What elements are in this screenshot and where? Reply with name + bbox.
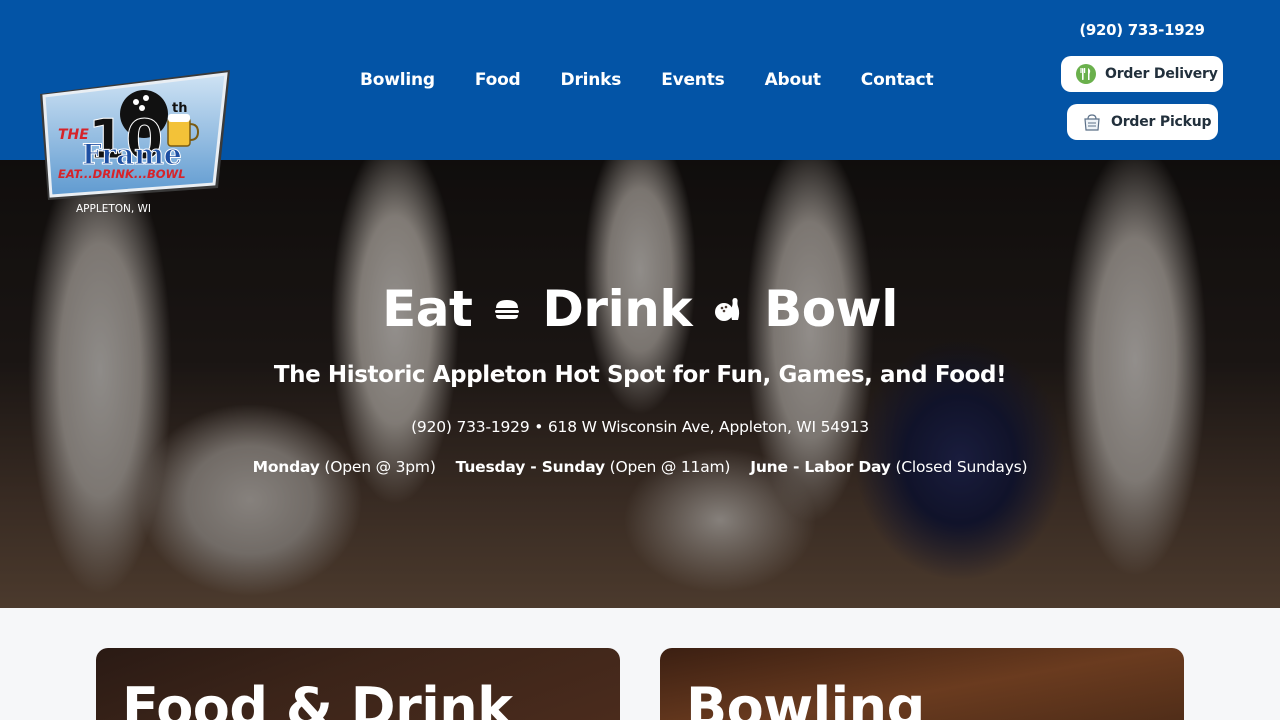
- order-delivery-button[interactable]: Order Delivery: [1061, 56, 1223, 92]
- bowling-card-title: Bowling: [686, 676, 925, 720]
- nav-drinks[interactable]: Drinks: [541, 66, 642, 96]
- bowling-icon: [714, 295, 742, 323]
- nav-about[interactable]: About: [745, 66, 841, 96]
- bowling-card[interactable]: Bowling: [660, 648, 1184, 720]
- logo-tagline: EAT...DRINK...BOWL: [58, 167, 186, 181]
- hero-title-drink: Drink: [542, 280, 693, 338]
- burger-icon: [494, 298, 520, 320]
- main-nav: Bowling Food Drinks Events About Contact: [340, 66, 953, 96]
- hours-detail: (Closed Sundays): [895, 458, 1028, 476]
- nav-events[interactable]: Events: [641, 66, 744, 96]
- logo-graphic: THE 10 th Frame EAT...DRINK...BOWL APPLE…: [40, 70, 230, 215]
- header-phone[interactable]: (920) 733-1929: [1062, 21, 1222, 39]
- takeout-bag-icon: [1081, 111, 1103, 133]
- hours-item: Tuesday - Sunday (Open @ 11am): [456, 458, 731, 476]
- hero-contact-line: (920) 733-1929 • 618 W Wisconsin Ave, Ap…: [411, 418, 869, 436]
- hours-detail: (Open @ 11am): [609, 458, 731, 476]
- hero-content: Eat Drink Bowl The Historic Appleton Hot…: [0, 160, 1280, 608]
- hours-day: Monday: [252, 458, 320, 476]
- hours-item: June - Labor Day (Closed Sundays): [750, 458, 1027, 476]
- food-drink-card-title: Food & Drink: [122, 676, 513, 720]
- site-logo[interactable]: THE 10 th Frame EAT...DRINK...BOWL APPLE…: [36, 68, 236, 218]
- logo-th-text: th: [172, 101, 187, 116]
- hero-title-bowl: Bowl: [764, 280, 898, 338]
- food-drink-card[interactable]: Food & Drink: [96, 648, 620, 720]
- order-pickup-button[interactable]: Order Pickup: [1067, 104, 1218, 140]
- logo-location: APPLETON, WI: [76, 203, 151, 215]
- nav-food[interactable]: Food: [455, 66, 541, 96]
- hours-day: June - Labor Day: [750, 458, 891, 476]
- hero-title: Eat Drink Bowl: [0, 280, 1280, 338]
- hours-row: Monday (Open @ 3pm) Tuesday - Sunday (Op…: [0, 458, 1280, 476]
- hero-title-eat: Eat: [382, 280, 473, 338]
- hero-banner: Eat Drink Bowl The Historic Appleton Hot…: [0, 160, 1280, 608]
- hours-item: Monday (Open @ 3pm): [253, 458, 436, 476]
- order-pickup-label: Order Pickup: [1111, 114, 1212, 130]
- hours-day: Tuesday - Sunday: [455, 458, 605, 476]
- nav-contact[interactable]: Contact: [841, 66, 954, 96]
- order-delivery-label: Order Delivery: [1105, 66, 1218, 82]
- hours-detail: (Open @ 3pm): [324, 458, 436, 476]
- fork-knife-icon: [1075, 63, 1097, 85]
- nav-bowling[interactable]: Bowling: [340, 66, 455, 96]
- hero-subtitle: The Historic Appleton Hot Spot for Fun, …: [273, 362, 1007, 388]
